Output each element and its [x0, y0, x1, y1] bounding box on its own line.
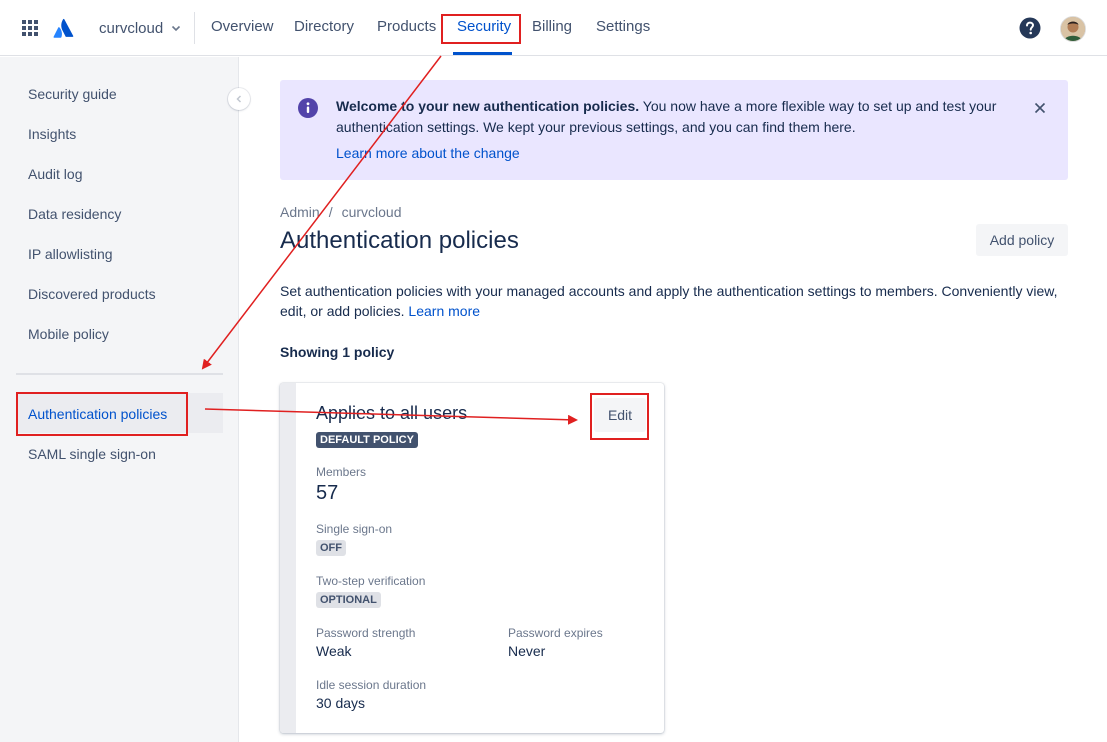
sidebar-item-data-residency[interactable]: Data residency: [28, 206, 121, 222]
idle-session-value: 30 days: [316, 695, 366, 711]
sidebar-item-mobile-policy[interactable]: Mobile policy: [28, 326, 109, 342]
sidebar-collapse-button[interactable]: [228, 88, 250, 110]
members-label: Members: [316, 465, 367, 479]
org-switcher[interactable]: curvcloud: [99, 18, 181, 38]
password-strength-value: Weak: [316, 643, 352, 659]
card-stripe: [280, 383, 296, 733]
nav-directory[interactable]: Directory: [294, 18, 354, 35]
banner-learn-more-link[interactable]: Learn more about the change: [336, 145, 520, 161]
avatar-image: [1061, 17, 1085, 41]
auth-policies-highlight: [16, 392, 188, 436]
breadcrumb-org[interactable]: curvcloud: [342, 204, 402, 220]
password-expires-value: Never: [508, 643, 546, 659]
breadcrumb: Admin / curvcloud: [280, 204, 402, 220]
sidebar-item-insights[interactable]: Insights: [28, 126, 76, 142]
page-title: Authentication policies: [280, 227, 519, 254]
breadcrumb-admin[interactable]: Admin: [280, 204, 320, 220]
info-banner: Welcome to your new authentication polic…: [280, 80, 1068, 180]
page-description: Set authentication policies with your ma…: [280, 281, 1070, 321]
atlassian-logo-icon[interactable]: [53, 17, 75, 39]
two-step-label: Two-step verification: [316, 574, 426, 588]
sidebar-item-saml-sso[interactable]: SAML single sign-on: [28, 446, 156, 462]
nav-settings[interactable]: Settings: [596, 18, 650, 35]
info-icon: [298, 98, 318, 118]
sidebar-divider: [16, 373, 223, 375]
chevron-down-icon: [172, 25, 181, 32]
idle-session-label: Idle session duration: [316, 678, 427, 692]
policy-title: Applies to all users: [316, 403, 468, 423]
members-value: 57: [316, 482, 339, 504]
edit-button-highlight: [590, 393, 649, 440]
sidebar-item-audit-log[interactable]: Audit log: [28, 166, 82, 182]
sidebar-item-security-guide[interactable]: Security guide: [28, 86, 117, 102]
banner-message: Welcome to your new authentication polic…: [336, 96, 1006, 138]
security-tab-highlight: [441, 14, 521, 44]
learn-more-link[interactable]: Learn more: [408, 303, 480, 319]
password-strength-label: Password strength: [316, 626, 416, 640]
avatar[interactable]: [1060, 16, 1086, 42]
policy-count: Showing 1 policy: [280, 344, 395, 360]
nav-overview[interactable]: Overview: [211, 18, 274, 35]
password-expires-label: Password expires: [508, 626, 603, 640]
default-policy-badge: DEFAULT POLICY: [316, 432, 418, 448]
close-icon[interactable]: [1032, 100, 1048, 116]
top-navigation: curvcloud Overview Directory Products Se…: [0, 0, 1107, 56]
help-icon[interactable]: [1019, 17, 1041, 39]
two-step-status-badge: OPTIONAL: [316, 592, 381, 608]
nav-billing[interactable]: Billing: [532, 18, 572, 35]
sidebar-item-ip-allowlisting[interactable]: IP allowlisting: [28, 246, 113, 262]
sidebar-item-discovered-products[interactable]: Discovered products: [28, 286, 156, 302]
description-text: Set authentication policies with your ma…: [280, 283, 1058, 319]
nav-products[interactable]: Products: [377, 18, 436, 35]
sso-label: Single sign-on: [316, 522, 393, 536]
chevron-left-icon: [236, 95, 242, 103]
org-name: curvcloud: [99, 19, 164, 37]
active-tab-indicator: [453, 52, 512, 55]
add-policy-button[interactable]: Add policy: [976, 224, 1068, 256]
banner-title: Welcome to your new authentication polic…: [336, 98, 640, 114]
sso-status-badge: OFF: [316, 540, 346, 556]
app-switcher-icon[interactable]: [22, 20, 38, 36]
nav-divider: [194, 12, 195, 44]
